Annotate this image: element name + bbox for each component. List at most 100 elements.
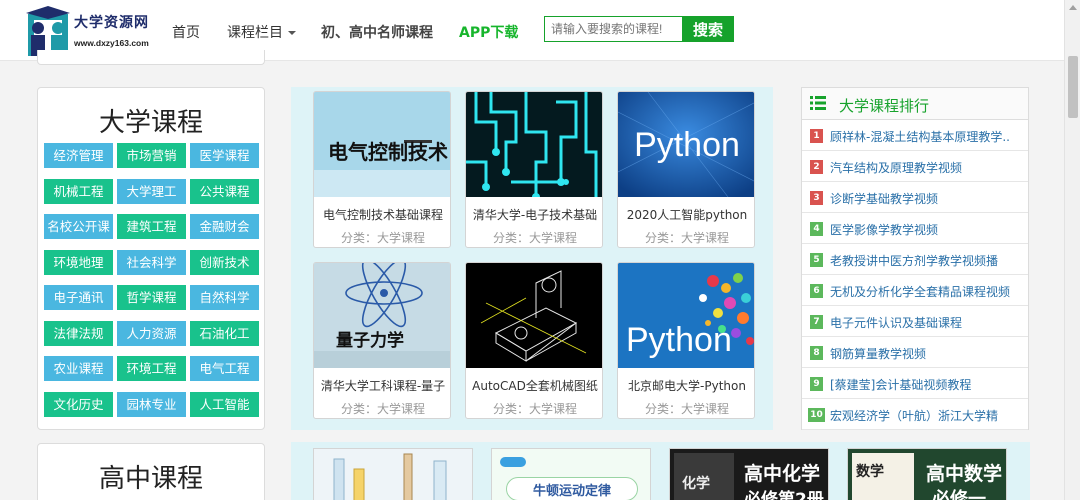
course-card[interactable]: 电气控制技术 电气控制技术基础课程 分类：大学课程: [313, 91, 451, 248]
badge-icon: [500, 457, 526, 467]
card-title: AutoCAD全套机械图纸: [472, 379, 598, 393]
logo-url: www.dxzy163.com: [74, 38, 149, 48]
thumb-text: 牛顿运动定律: [532, 484, 611, 499]
category-button[interactable]: 石油化工: [190, 320, 259, 346]
category-button[interactable]: 法律法规: [44, 320, 113, 346]
list-icon: [810, 96, 826, 110]
rank-number-badge: 9: [810, 377, 823, 391]
category-button[interactable]: 电子通讯: [44, 285, 113, 310]
thumb-subtext: 必修一: [932, 489, 986, 500]
thumb-subtext: 必修第2册: [744, 490, 824, 500]
ranking-item-link[interactable]: 顾祥林-混凝土结构基本原理教学..: [830, 128, 1022, 145]
course-card[interactable]: Python 2020人工智能python 分类：大学课程: [617, 91, 755, 248]
category-button[interactable]: 文化历史: [44, 391, 113, 417]
category-button[interactable]: 社会科学: [117, 249, 186, 275]
ranking-header: 大学课程排行: [802, 88, 1028, 120]
course-card[interactable]: [313, 448, 473, 500]
rank-number-badge: 6: [810, 284, 823, 298]
ranking-item[interactable]: 9 [蔡建莹]会计基础视频教程: [802, 368, 1028, 399]
category-button[interactable]: 机械工程: [44, 178, 113, 204]
atom-cover-image: [314, 263, 450, 368]
high-school-courses-panel: 高中课程: [37, 443, 265, 500]
ranking-item[interactable]: 6 无机及分析化学全套精品课程视频: [802, 275, 1028, 306]
course-card[interactable]: 牛顿运动定律: [491, 448, 651, 500]
category-button[interactable]: 医学课程: [190, 143, 259, 168]
category-grid: 经济管理 市场营销 医学课程机械工程 大学理工 公共课程名校公开课 建筑工程 金融财会环境地…: [44, 143, 260, 417]
graduate-logo-icon: [26, 6, 70, 56]
ranking-item-link[interactable]: 医学影像学教学视频: [830, 221, 1022, 238]
panel-fragment: [37, 50, 265, 65]
rank-number-badge: 7: [810, 315, 823, 329]
scroll-up-arrow-icon[interactable]: [1069, 5, 1077, 10]
course-card[interactable]: Python 北京邮电大学-Python 分类：大学课程: [617, 262, 755, 419]
ranking-item[interactable]: 8 钢筋算量教学视频: [802, 337, 1028, 368]
ranking-item[interactable]: 7 电子元件认识及基础课程: [802, 306, 1028, 337]
search-button[interactable]: 搜索: [682, 16, 734, 42]
course-card[interactable]: 化学 高中化学 必修第2册: [669, 448, 829, 500]
card-category: 分类：大学课程: [644, 402, 729, 416]
category-button[interactable]: 自然科学: [190, 285, 259, 310]
page-scrollbar[interactable]: [1064, 0, 1080, 500]
category-button[interactable]: 环境工程: [117, 356, 186, 381]
category-button[interactable]: 大学理工: [117, 178, 186, 204]
panel-title: 大学课程: [98, 108, 203, 138]
book-text: 数学: [856, 464, 884, 480]
rank-number-badge: 5: [810, 253, 823, 267]
thumb-text: 量子力学: [336, 331, 404, 351]
search-input[interactable]: [544, 16, 682, 42]
scroll-thumb[interactable]: [1068, 56, 1078, 118]
category-button[interactable]: 环境地理: [44, 249, 113, 275]
ranking-item-link[interactable]: 无机及分析化学全套精品课程视频: [830, 283, 1022, 300]
nav-home[interactable]: 首页: [172, 22, 200, 42]
course-thumbnail: 量子力学: [314, 263, 450, 368]
course-card[interactable]: AutoCAD全套机械图纸 分类：大学课程: [465, 262, 603, 419]
nav-teachers[interactable]: 初、高中名师课程: [321, 22, 433, 42]
nav-categories-dropdown[interactable]: 课程栏目: [227, 22, 296, 42]
book-text: 化学: [682, 476, 710, 492]
course-card[interactable]: 清华大学-电子技术基础 分类：大学课程: [465, 91, 603, 248]
category-button[interactable]: 人工智能: [190, 391, 259, 417]
ranking-item[interactable]: 3 诊断学基础教学视频: [802, 182, 1028, 213]
ranking-item[interactable]: 1 顾祥林-混凝土结构基本原理教学..: [802, 120, 1028, 151]
category-button[interactable]: 园林专业: [117, 391, 186, 417]
category-button[interactable]: 公共课程: [190, 178, 259, 204]
thumb-text: 电气控制技术: [328, 140, 448, 164]
card-title: 2020人工智能python: [626, 208, 748, 222]
ranking-item[interactable]: 2 汽车结构及原理教学视频: [802, 151, 1028, 182]
thumb-text: 高中化学: [744, 463, 821, 485]
lab-flasks-image: [314, 449, 472, 500]
card-category: 分类：大学课程: [492, 402, 577, 416]
category-button[interactable]: 农业课程: [44, 356, 113, 381]
ranking-item-link[interactable]: 诊断学基础教学视频: [830, 190, 1022, 207]
course-card[interactable]: 数学 高中数学 必修一: [847, 448, 1007, 500]
category-button[interactable]: 人力资源: [117, 320, 186, 346]
rank-number-badge: 4: [810, 222, 823, 236]
category-button[interactable]: 名校公开课: [44, 214, 113, 239]
ranking-item[interactable]: 5 老教授讲中医方剂学教学视频播: [802, 244, 1028, 275]
course-thumbnail: 电气控制技术: [314, 92, 450, 197]
category-button[interactable]: 金融财会: [190, 214, 259, 239]
card-category: 分类：大学课程: [340, 402, 425, 416]
ranking-item-link[interactable]: 钢筋算量教学视频: [830, 345, 1022, 362]
panel-title: 高中课程: [98, 464, 203, 494]
category-button[interactable]: 建筑工程: [117, 214, 186, 239]
category-button[interactable]: 创新技术: [190, 249, 259, 275]
course-card[interactable]: 量子力学 清华大学工科课程-量子 分类：大学课程: [313, 262, 451, 419]
ranking-item-link[interactable]: 老教授讲中医方剂学教学视频播: [830, 252, 1022, 269]
ranking-item[interactable]: 10 宏观经济学（叶航）浙江大学精: [802, 399, 1028, 430]
ranking-item-link[interactable]: 宏观经济学（叶航）浙江大学精: [830, 407, 1022, 424]
circuit-board-image: [466, 92, 602, 197]
nav-app-download[interactable]: APP下载: [459, 22, 518, 42]
ranking-item[interactable]: 4 医学影像学教学视频: [802, 213, 1028, 244]
ranking-item-link[interactable]: [蔡建莹]会计基础视频教程: [830, 376, 1022, 393]
ranking-item-link[interactable]: 汽车结构及原理教学视频: [830, 159, 1022, 176]
ranking-item-link[interactable]: 电子元件认识及基础课程: [830, 314, 1022, 331]
category-button[interactable]: 经济管理: [44, 143, 113, 168]
site-logo[interactable]: 大学资源网 www.dxzy163.com: [26, 6, 166, 56]
category-button[interactable]: 电气工程: [190, 356, 259, 381]
category-button[interactable]: 哲学课程: [117, 285, 186, 310]
rank-number-badge: 2: [810, 160, 823, 174]
card-category: 分类：大学课程: [340, 231, 425, 245]
category-button[interactable]: 市场营销: [117, 143, 186, 168]
rank-number-badge: 3: [810, 191, 823, 205]
